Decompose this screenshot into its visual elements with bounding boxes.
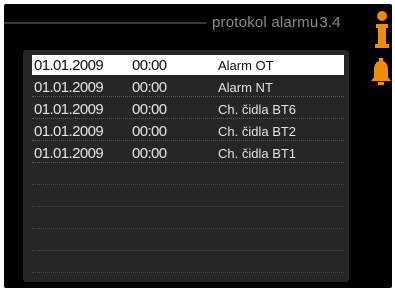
empty-row [32,253,344,273]
alarm-log-list[interactable]: 01.01.2009 00:00 Alarm OT 01.01.2009 00:… [23,50,349,282]
alarm-description: Ch. čidla BT2 [218,124,297,139]
display-panel: protokol alarmu3.4 01.01.2009 00:00 Alar… [4,4,392,288]
page-title-text: protokol alarmu [212,14,319,31]
table-row[interactable]: 01.01.2009 00:00 Ch. čidla BT1 [32,143,344,163]
alarm-description: Ch. čidla BT6 [218,102,297,117]
alarm-date: 01.01.2009 [34,123,104,140]
empty-row [32,231,344,251]
empty-row [32,187,344,207]
table-row[interactable]: 01.01.2009 00:00 Ch. čidla BT2 [32,121,344,141]
table-row[interactable]: 01.01.2009 00:00 Alarm NT [32,77,344,97]
alarm-date: 01.01.2009 [34,79,104,96]
alarm-description: Alarm NT [218,80,273,95]
alarm-date: 01.01.2009 [34,57,104,74]
table-row[interactable]: 01.01.2009 00:00 Alarm OT [32,55,344,75]
empty-row [32,165,344,185]
alarm-time: 00:00 [132,79,167,96]
alarm-time: 00:00 [132,145,167,162]
alarm-time: 00:00 [132,57,167,74]
menu-number: 3.4 [319,14,341,31]
alarm-date: 01.01.2009 [34,145,104,162]
screen: protokol alarmu3.4 01.01.2009 00:00 Alar… [0,0,395,297]
alarm-time: 00:00 [132,123,167,140]
table-row[interactable]: 01.01.2009 00:00 Ch. čidla BT6 [32,99,344,119]
alarm-time: 00:00 [132,101,167,118]
empty-row [32,209,344,229]
alarm-description: Alarm OT [218,58,274,73]
alarm-description: Ch. čidla BT1 [218,146,297,161]
page-title: protokol alarmu3.4 [212,14,341,31]
alarm-date: 01.01.2009 [34,101,104,118]
title-divider [4,22,206,24]
info-icon[interactable] [374,10,390,50]
bell-icon[interactable] [370,58,392,86]
